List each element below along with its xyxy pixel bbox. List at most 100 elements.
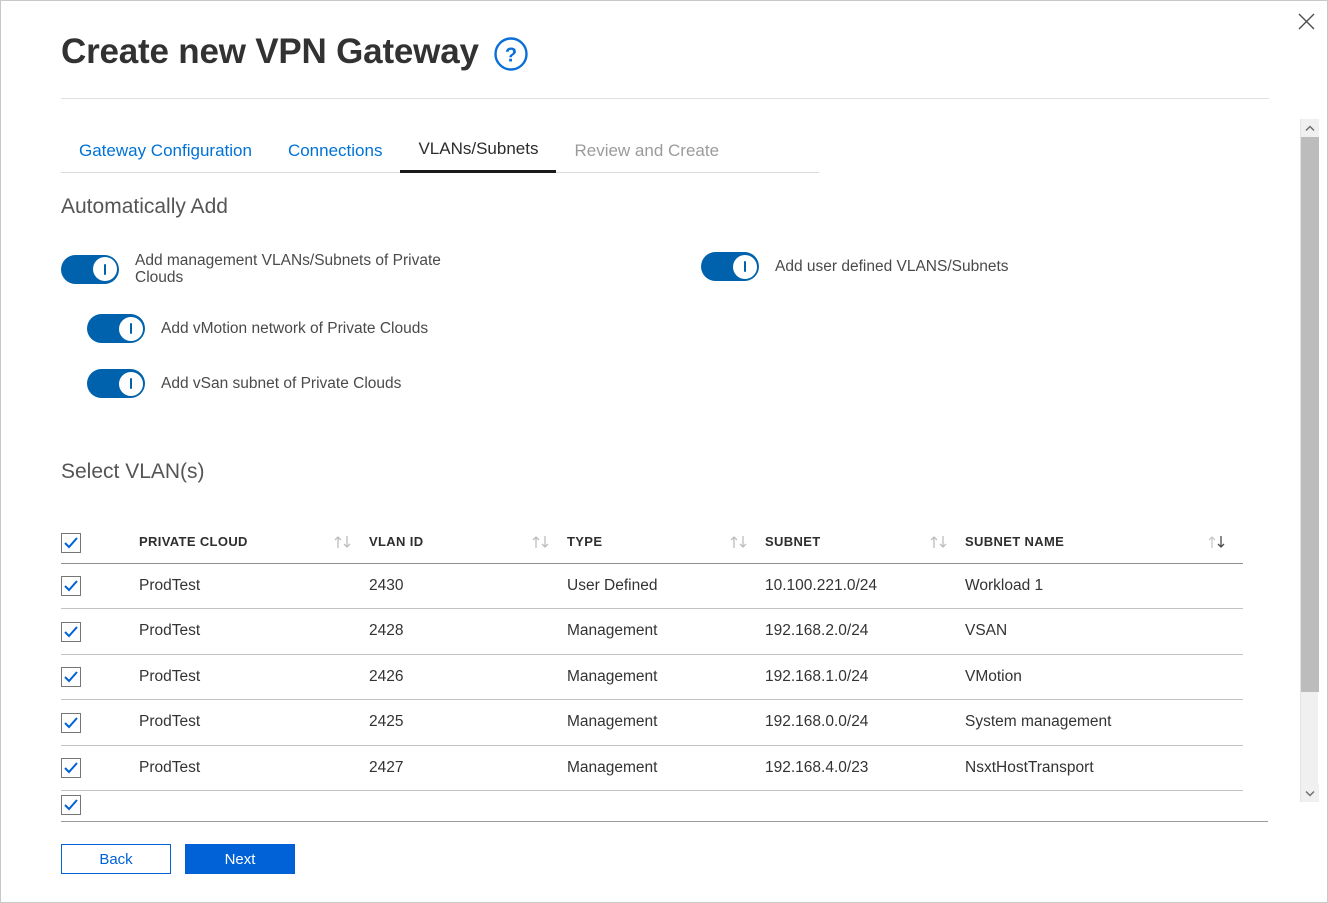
tab-vlans-subnets[interactable]: VLANs/Subnets <box>400 139 557 173</box>
cell-vlan-id: 2426 <box>369 654 567 700</box>
scrollbar-thumb[interactable] <box>1301 137 1319 692</box>
footer-divider <box>61 821 1268 822</box>
toggle-label-add-management-vlans: Add management VLANs/Subnets of Private … <box>135 252 441 286</box>
cell-subnet: 10.100.221.0/24 <box>765 563 965 609</box>
column-header-subnet[interactable]: SUBNET <box>765 521 965 564</box>
cell-subnet-name: VMotion <box>965 654 1243 700</box>
row-checkbox[interactable] <box>61 621 81 642</box>
cell-type: Management <box>567 608 765 655</box>
cell-vlan-id: 2430 <box>369 563 567 609</box>
tab-review-and-create: Review and Create <box>574 141 720 160</box>
cell-subnet: 192.168.2.0/24 <box>765 608 965 655</box>
column-select-all <box>61 521 139 564</box>
cell-type: Management <box>567 745 765 791</box>
sort-icon-type[interactable] <box>729 534 751 550</box>
select-vlans-heading: Select VLAN(s) <box>61 460 205 483</box>
cell-private-cloud: ProdTest <box>139 608 369 655</box>
table-row[interactable]: ProdTest 2426 Management 192.168.1.0/24 … <box>61 654 1243 700</box>
row-checkbox[interactable] <box>61 758 81 779</box>
row-checkbox[interactable] <box>61 576 81 597</box>
toggle-knob <box>118 371 143 396</box>
column-header-subnet-name[interactable]: SUBNET NAME <box>965 521 1243 564</box>
column-label-subnet-name: SUBNET NAME <box>965 534 1065 550</box>
tab-gateway-configuration[interactable]: Gateway Configuration <box>61 141 270 172</box>
table-header: PRIVATE CLOUD VLAN ID TYPE SUBNET SUBNET… <box>61 521 1243 564</box>
row-checkbox-cell <box>61 699 139 746</box>
cell-vlan-id: 2428 <box>369 608 567 655</box>
column-label-type: TYPE <box>567 534 603 550</box>
vlan-table: PRIVATE CLOUD VLAN ID TYPE SUBNET SUBNET… <box>61 521 1243 791</box>
cell-subnet-name: Workload 1 <box>965 563 1243 609</box>
sort-icon-private-cloud[interactable] <box>333 534 355 550</box>
cell-private-cloud: ProdTest <box>139 563 369 609</box>
column-header-private-cloud[interactable]: PRIVATE CLOUD <box>139 521 369 564</box>
toggle-row-user-defined-vlans: Add user defined VLANS/Subnets <box>701 252 1009 281</box>
toggle-knob <box>92 257 117 281</box>
table-row[interactable]: ProdTest 2428 Management 192.168.2.0/24 … <box>61 608 1243 655</box>
cell-vlan-id: 2427 <box>369 745 567 791</box>
cell-type: User Defined <box>567 563 765 609</box>
vertical-scrollbar[interactable] <box>1300 119 1319 802</box>
cell-vlan-id: 2425 <box>369 699 567 746</box>
vlan-table-container: PRIVATE CLOUD VLAN ID TYPE SUBNET SUBNET… <box>61 521 1243 796</box>
toggle-knob <box>118 316 143 341</box>
toggle-label-add-user-defined-vlans: Add user defined VLANS/Subnets <box>775 258 1009 275</box>
toggle-row-vsan-subnet: Add vSan subnet of Private Clouds <box>87 369 401 398</box>
row-checkbox[interactable] <box>61 667 81 688</box>
row-checkbox-cell <box>61 745 139 791</box>
toggle-label-add-vmotion-network: Add vMotion network of Private Clouds <box>161 320 429 337</box>
table-row[interactable]: ProdTest 2427 Management 192.168.4.0/23 … <box>61 745 1243 791</box>
toggle-knob <box>732 254 757 279</box>
toggle-row-vmotion-network: Add vMotion network of Private Clouds <box>87 314 428 343</box>
cell-subnet-name: NsxtHostTransport <box>965 745 1243 791</box>
toggle-add-vmotion-network[interactable] <box>87 314 145 343</box>
table-row-partial[interactable] <box>61 794 1243 820</box>
table-body: ProdTest 2430 User Defined 10.100.221.0/… <box>61 563 1243 791</box>
cell-private-cloud: ProdTest <box>139 654 369 700</box>
row-checkbox-cell <box>61 563 139 609</box>
toggle-label-add-vsan-subnet: Add vSan subnet of Private Clouds <box>161 375 402 392</box>
sort-icon-subnet[interactable] <box>929 534 951 550</box>
toggle-add-management-vlans[interactable] <box>61 254 119 284</box>
header-divider <box>61 98 1269 99</box>
table-row[interactable]: ProdTest 2425 Management 192.168.0.0/24 … <box>61 699 1243 746</box>
row-checkbox[interactable] <box>61 795 81 815</box>
column-label-vlan-id: VLAN ID <box>369 534 424 550</box>
cell-subnet-name: System management <box>965 699 1243 746</box>
sort-icon-subnet-name[interactable] <box>1207 534 1229 550</box>
close-icon[interactable] <box>1290 5 1322 37</box>
cell-private-cloud: ProdTest <box>139 699 369 746</box>
toggle-add-vsan-subnet[interactable] <box>87 369 145 398</box>
wizard-tabs: Gateway Configuration Connections VLANs/… <box>61 129 819 173</box>
select-all-checkbox[interactable] <box>61 532 81 553</box>
dialog-footer: Back Next <box>61 844 295 874</box>
create-vpn-gateway-dialog: Create new VPN Gateway ? Gateway Configu… <box>0 0 1328 903</box>
cell-subnet: 192.168.1.0/24 <box>765 654 965 700</box>
back-button[interactable]: Back <box>61 844 171 874</box>
toggle-row-management-vlans: Add management VLANs/Subnets of Private … <box>61 252 481 286</box>
column-header-vlan-id[interactable]: VLAN ID <box>369 521 567 564</box>
column-label-subnet: SUBNET <box>765 534 821 550</box>
help-circle-icon[interactable]: ? <box>493 36 529 72</box>
toggle-add-user-defined-vlans[interactable] <box>701 252 759 281</box>
cell-subnet: 192.168.0.0/24 <box>765 699 965 746</box>
sort-icon-vlan-id[interactable] <box>531 534 553 550</box>
dialog-header: Create new VPN Gateway ? <box>61 31 529 73</box>
svg-text:?: ? <box>505 45 517 67</box>
cell-subnet-name: VSAN <box>965 608 1243 655</box>
row-checkbox-cell <box>61 608 139 655</box>
table-row[interactable]: ProdTest 2430 User Defined 10.100.221.0/… <box>61 563 1243 609</box>
tab-connections[interactable]: Connections <box>270 141 401 172</box>
chevron-down-icon[interactable] <box>1301 784 1319 802</box>
next-button[interactable]: Next <box>185 844 295 874</box>
cell-subnet: 192.168.4.0/23 <box>765 745 965 791</box>
column-label-private-cloud: PRIVATE CLOUD <box>139 534 248 550</box>
row-checkbox-cell <box>61 654 139 700</box>
column-header-type[interactable]: TYPE <box>567 521 765 564</box>
automatically-add-heading: Automatically Add <box>61 195 228 218</box>
row-checkbox[interactable] <box>61 712 81 733</box>
table-header-row: PRIVATE CLOUD VLAN ID TYPE SUBNET SUBNET… <box>61 521 1243 564</box>
page-title: Create new VPN Gateway <box>61 32 479 71</box>
chevron-up-icon[interactable] <box>1301 119 1319 137</box>
cell-type: Management <box>567 654 765 700</box>
